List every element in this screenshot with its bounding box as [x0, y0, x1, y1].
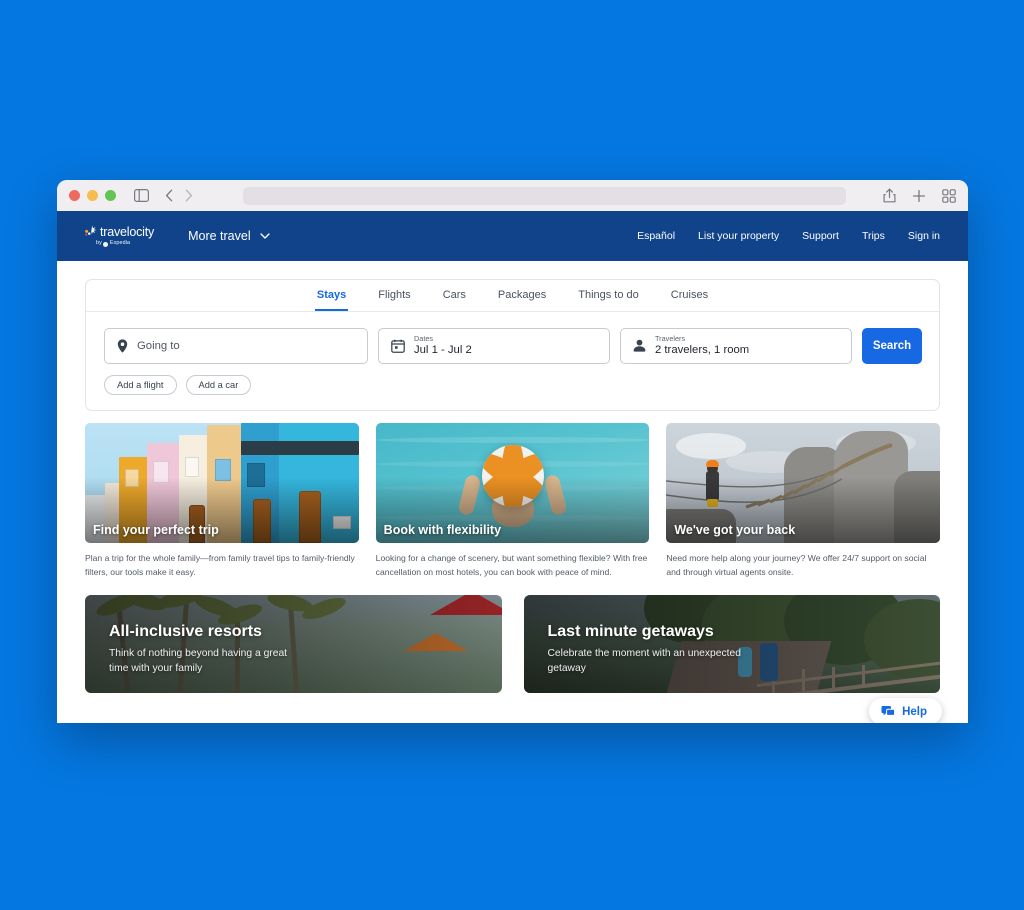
promo-card-description: Think of nothing beyond having a great t… — [109, 648, 288, 675]
search-fields-row: Going to Dates Jul 1 - Jul 2 Travelers 2… — [86, 312, 939, 364]
dates-value: Jul 1 - Jul 2 — [414, 343, 472, 356]
feature-cards: Find your perfect trip Plan a trip for t… — [85, 423, 941, 579]
tab-cruises[interactable]: Cruises — [669, 289, 710, 311]
close-window-button[interactable] — [69, 190, 80, 201]
browser-toolbar-right — [883, 180, 956, 211]
nav-link-list-your-property[interactable]: List your property — [698, 230, 779, 242]
tab-cars[interactable]: Cars — [441, 289, 468, 311]
brand-name: travelocity — [100, 225, 155, 240]
travelers-value: 2 travelers, 1 room — [655, 343, 750, 356]
chevron-left-icon[interactable] — [165, 189, 173, 202]
search-addon-chips: Add a flight Add a car — [86, 364, 939, 410]
search-tabs: Stays Flights Cars Packages Things to do… — [86, 280, 939, 312]
promo-card-description: Celebrate the moment with an unexpected … — [547, 648, 741, 675]
feature-card-find-your-perfect-trip[interactable]: Find your perfect trip Plan a trip for t… — [85, 423, 359, 579]
promo-card-all-inclusive-resorts[interactable]: All-inclusive resorts Think of nothing b… — [85, 595, 502, 694]
help-button[interactable]: Help — [869, 698, 942, 723]
browser-titlebar — [57, 180, 968, 211]
chevron-right-icon[interactable] — [185, 189, 193, 202]
more-travel-label: More travel — [188, 229, 251, 243]
more-travel-menu[interactable]: More travel — [188, 229, 270, 243]
dates-input[interactable]: Dates Jul 1 - Jul 2 — [378, 328, 610, 364]
sidebar-icon[interactable] — [134, 189, 149, 202]
nav-link-espanol[interactable]: Español — [637, 230, 675, 242]
dates-label: Dates — [414, 334, 434, 344]
share-icon[interactable] — [883, 188, 896, 203]
add-a-flight-chip[interactable]: Add a flight — [104, 375, 177, 395]
tab-stays[interactable]: Stays — [314, 289, 349, 311]
browser-nav-arrows — [165, 189, 193, 202]
nav-link-sign-in[interactable]: Sign in — [908, 230, 940, 242]
map-pin-icon — [117, 339, 128, 353]
destination-placeholder: Going to — [137, 340, 180, 352]
feature-card-weve-got-your-back[interactable]: We've got your back Need more help along… — [666, 423, 941, 579]
rock-bridge-image: We've got your back — [666, 423, 941, 543]
nav-link-support[interactable]: Support — [802, 230, 839, 242]
chat-icon — [881, 705, 896, 718]
feature-card-title: Find your perfect trip — [93, 523, 219, 537]
expedia-logo-icon — [103, 241, 109, 247]
travelocity-star-icon — [84, 225, 98, 239]
promo-card-title: All-inclusive resorts — [109, 623, 262, 641]
colorful-street-image: Find your perfect trip — [85, 423, 359, 543]
hiker-helmet — [706, 460, 720, 467]
travelers-label: Travelers — [655, 334, 686, 344]
promo-card-title: Last minute getaways — [547, 623, 714, 641]
promo-card-last-minute-getaways[interactable]: Last minute getaways Celebrate the momen… — [523, 595, 940, 694]
travelers-input[interactable]: Travelers 2 travelers, 1 room — [620, 328, 852, 364]
promo-cards: All-inclusive resorts Think of nothing b… — [85, 595, 940, 694]
feature-card-title: We've got your back — [674, 523, 796, 537]
destination-input[interactable]: Going to — [104, 328, 368, 364]
add-a-car-chip[interactable]: Add a car — [185, 375, 252, 395]
calendar-icon — [391, 339, 405, 353]
feature-card-description: Need more help along your journey? We of… — [666, 553, 927, 577]
minimize-window-button[interactable] — [87, 190, 98, 201]
chevron-down-icon — [259, 233, 270, 239]
maximize-window-button[interactable] — [105, 190, 116, 201]
brand-sub-by: by — [96, 240, 102, 247]
grid-icon[interactable] — [942, 188, 956, 203]
traffic-lights — [69, 190, 116, 201]
brand-sub-expedia: Expedia — [109, 240, 131, 247]
site-header: travelocity by Expedia More travel Españ… — [57, 211, 968, 261]
travelocity-logo[interactable]: travelocity by Expedia — [84, 225, 155, 247]
url-input[interactable] — [243, 187, 846, 205]
header-nav: Español List your property Support Trips… — [637, 230, 940, 242]
feature-card-title: Book with flexibility — [383, 523, 502, 537]
feature-card-description: Looking for a change of scenery, but wan… — [375, 553, 648, 577]
brand-sublabel: by Expedia — [96, 240, 131, 247]
help-label: Help — [902, 705, 927, 718]
search-widget: Stays Flights Cars Packages Things to do… — [85, 279, 940, 411]
search-button[interactable]: Search — [862, 328, 922, 364]
page-content: Stays Flights Cars Packages Things to do… — [57, 279, 968, 723]
tab-flights[interactable]: Flights — [376, 289, 412, 311]
pool-beachball-image: Book with flexibility — [375, 423, 650, 543]
tab-packages[interactable]: Packages — [496, 289, 548, 311]
plus-icon[interactable] — [912, 189, 926, 203]
nav-link-trips[interactable]: Trips — [862, 230, 885, 242]
person-icon — [633, 339, 646, 353]
feature-card-book-with-flexibility[interactable]: Book with flexibility Looking for a chan… — [375, 423, 650, 579]
tab-things-to-do[interactable]: Things to do — [576, 289, 641, 311]
feature-card-description: Plan a trip for the whole family—from fa… — [85, 553, 355, 577]
browser-window: travelocity by Expedia More travel Españ… — [57, 180, 968, 723]
